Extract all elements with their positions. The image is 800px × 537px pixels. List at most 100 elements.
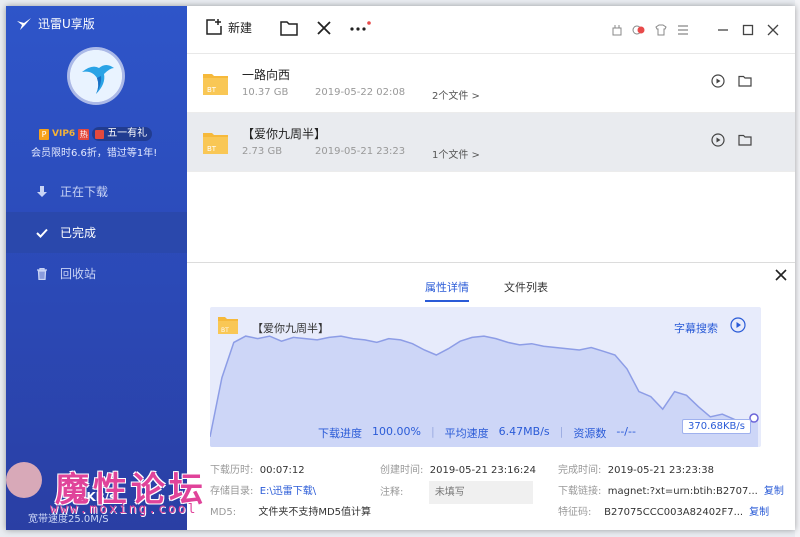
minimize-icon (718, 29, 728, 31)
source-value: --/-- (616, 425, 636, 438)
folder-icon (280, 21, 298, 36)
app-window: 迅雷U享版 P VIP6 热 五一有礼 会员限时6.6折，错过等1年! 正在下载… (6, 6, 795, 530)
play-icon (711, 74, 725, 88)
note-label: 注释: (380, 487, 404, 498)
close-icon (317, 21, 331, 35)
robot-icon (612, 25, 622, 36)
record-button[interactable] (631, 22, 647, 38)
source-label: 资源数 (573, 427, 607, 440)
close-icon (775, 269, 787, 281)
folder-icon (738, 134, 752, 146)
svg-text:BT: BT (207, 86, 217, 94)
dir-link[interactable]: E:\迅雷下载\ (260, 486, 316, 497)
subtitle-search-link[interactable]: 字幕搜索 (674, 320, 718, 336)
tab-properties[interactable]: 属性详情 (425, 279, 469, 302)
created-label: 创建时间: (380, 465, 424, 476)
menu-icon (678, 25, 688, 35)
thunder-logo-icon (17, 17, 31, 30)
check-icon (36, 227, 48, 239)
skin-button[interactable] (609, 22, 625, 38)
current-speed-point (749, 413, 759, 423)
task-file-count[interactable]: 1个文件 > (432, 146, 480, 161)
open-folder-button[interactable] (738, 133, 752, 147)
detail-tabs: 属性详情 文件列表 (425, 279, 548, 302)
progress-value: 100.00% (372, 425, 421, 438)
task-date: 2019-05-22 02:08 (315, 87, 406, 98)
sidebar-item-trash[interactable]: 回收站 (6, 253, 187, 294)
bt-folder-icon: BT (203, 74, 228, 95)
task-size: 2.73 GB (242, 146, 283, 157)
background-window-edge (795, 0, 800, 537)
gift-badge-label: 五一有礼 (107, 128, 148, 139)
close-window-button[interactable] (765, 22, 781, 38)
trash-icon (36, 267, 48, 280)
link-value: magnet:?xt=urn:btih:B2707... (607, 486, 758, 497)
avg-speed-label: 平均速度 (444, 427, 489, 440)
progress-label: 下载进度 (318, 427, 362, 440)
p-badge: P (39, 128, 49, 140)
created-value: 2019-05-21 23:16:24 (429, 465, 536, 476)
tab-file-list[interactable]: 文件列表 (504, 279, 548, 302)
play-button[interactable] (711, 133, 725, 147)
detail-panel: 属性详情 文件列表 BT 【爱你九周半】 字幕搜索 下载进度 100.00% |… (187, 262, 795, 530)
stats-divider: | (430, 425, 435, 438)
may-day-gift-badge[interactable]: 五一有礼 (92, 127, 153, 141)
note-input[interactable]: 未填写 (428, 481, 533, 504)
bird-avatar-icon (70, 50, 122, 102)
promo-text[interactable]: 会员限时6.6折，错过等1年! (31, 144, 157, 159)
new-task-button[interactable]: 新建 (205, 18, 252, 36)
close-detail-button[interactable] (775, 269, 787, 285)
sidebar-item-downloading[interactable]: 正在下载 (6, 171, 187, 212)
copy-link-button[interactable]: 复制 (764, 486, 784, 497)
hash-value: B27075CCC003A82402F7... (604, 507, 744, 518)
svg-text:BT: BT (207, 145, 217, 153)
vip-level-badge: VIP6 (52, 129, 76, 139)
elapsed-label: 下载历时: (210, 465, 254, 476)
more-dots-icon (350, 21, 371, 31)
toolbar: 新建 (187, 6, 795, 54)
info-column-left: 下载历时: 00:07:12 存储目录: E:\迅雷下载\ MD5: 文件夹不支… (210, 460, 371, 523)
completed-label: 完成时间: (558, 465, 602, 476)
link-label: 下载链接: (558, 486, 602, 497)
avatar[interactable] (70, 50, 122, 102)
new-task-label: 新建 (228, 20, 253, 35)
hash-label: 特征码: (558, 507, 592, 518)
download-row-selected[interactable]: BT 【爱你九周半】 2.73 GB 2019-05-21 23:23 1个文件… (187, 113, 795, 172)
task-size: 10.37 GB (242, 87, 289, 98)
new-task-icon (206, 19, 222, 35)
avg-speed-value: 6.47MB/s (498, 425, 550, 438)
watermark-avatar (6, 462, 42, 498)
md5-label: MD5: (210, 507, 237, 518)
task-file-count[interactable]: 2个文件 > (432, 87, 480, 102)
maximize-button[interactable] (740, 22, 756, 38)
task-date: 2019-05-21 23:23 (315, 146, 406, 157)
more-button[interactable] (349, 20, 371, 36)
graph-task-name: 【爱你九周半】 (252, 322, 329, 335)
app-title: 迅雷U享版 (38, 17, 95, 31)
download-icon (36, 185, 48, 198)
bt-folder-icon: BT (218, 317, 238, 334)
shirt-button[interactable] (653, 22, 669, 38)
info-column-middle: 创建时间: 2019-05-21 23:16:24 注释: 未填写 (380, 460, 536, 504)
copy-hash-button[interactable]: 复制 (749, 507, 769, 518)
close-icon (767, 24, 779, 36)
menu-button[interactable] (675, 22, 691, 38)
graph-stats: 下载进度 100.00% | 平均速度 6.47MB/s | 资源数 --/-- (318, 425, 636, 441)
download-row[interactable]: BT 一路向西 10.37 GB 2019-05-22 02:08 2个文件 > (187, 54, 795, 113)
dir-label: 存储目录: (210, 486, 254, 497)
play-icon (711, 133, 725, 147)
play-button[interactable] (711, 74, 725, 88)
record-icon (632, 25, 645, 35)
bt-folder-icon: BT (203, 133, 228, 154)
play-icon[interactable] (730, 317, 746, 333)
open-folder-button[interactable] (280, 20, 298, 36)
delete-button[interactable] (316, 20, 332, 36)
completed-value: 2019-05-21 23:23:38 (607, 465, 714, 476)
open-folder-button[interactable] (738, 74, 752, 88)
folder-icon (738, 75, 752, 87)
sidebar-item-label: 正在下载 (60, 185, 109, 199)
sidebar-item-completed[interactable]: 已完成 (6, 212, 187, 253)
minimize-button[interactable] (715, 22, 731, 38)
member-badges[interactable]: P VIP6 热 五一有礼 (39, 127, 153, 141)
sidebar-item-label: 回收站 (60, 267, 97, 281)
